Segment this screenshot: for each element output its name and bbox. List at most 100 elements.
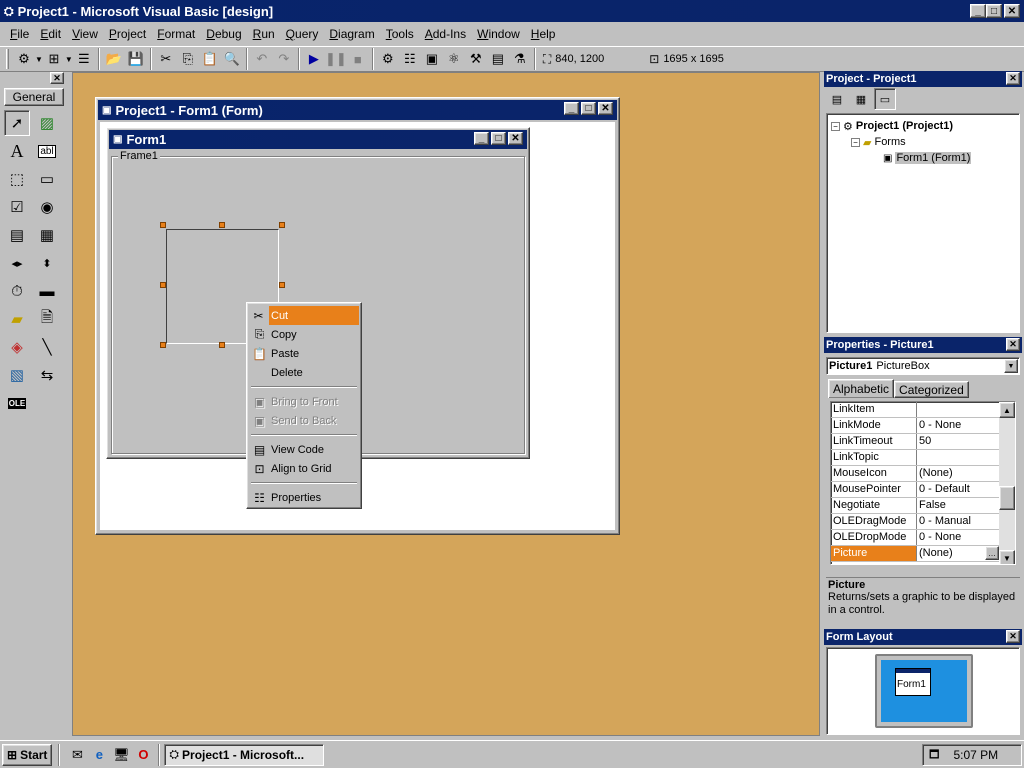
tree-project-root[interactable]: Project1 (Project1) [856, 120, 953, 132]
property-row[interactable]: Negotiate False [831, 498, 999, 514]
menu-file[interactable]: File [10, 27, 29, 41]
properties-window-icon[interactable]: ☷ [399, 48, 421, 70]
resize-handle[interactable] [219, 342, 225, 348]
scroll-thumb[interactable] [999, 486, 1015, 510]
redo-icon[interactable]: ↷ [273, 48, 295, 70]
object-selector[interactable]: Picture1 PictureBox ▼ [826, 357, 1020, 375]
designer-titlebar[interactable]: ▣ Project1 - Form1 (Form) _ □ ✕ [98, 100, 617, 120]
chevron-down-icon[interactable]: ▼ [1004, 359, 1018, 373]
listbox-tool-icon[interactable]: ▦ [34, 222, 60, 248]
toolbox-tab-general[interactable]: General [4, 88, 64, 106]
menu-tools[interactable]: Tools [386, 27, 414, 41]
view-object-icon[interactable]: ▦ [850, 88, 872, 110]
property-row[interactable]: MouseIcon (None) [831, 466, 999, 482]
toggle-folders-icon[interactable]: ▭ [874, 88, 896, 110]
ole-tool-icon[interactable]: OLE [4, 390, 30, 416]
vscrollbar-tool-icon[interactable]: ⬍ [34, 250, 60, 276]
undo-icon[interactable]: ↶ [251, 48, 273, 70]
menu-item-send-to-back[interactable]: ▣ Send to Back [249, 411, 359, 430]
property-value[interactable]: 0 - Default [917, 482, 999, 497]
resize-handle[interactable] [160, 222, 166, 228]
combobox-tool-icon[interactable]: ▤ [4, 222, 30, 248]
form1-minimize-button[interactable]: _ [474, 132, 489, 145]
start-icon[interactable]: ▶ [303, 48, 325, 70]
scroll-down-icon[interactable]: ▼ [999, 550, 1015, 564]
image-tool-icon[interactable]: ▧ [4, 362, 30, 388]
paste-icon[interactable]: 📋 [199, 48, 221, 70]
minimize-button[interactable]: _ [970, 4, 986, 18]
taskbar-vb-button[interactable]: ⛭ Project1 - Microsoft... [164, 743, 325, 766]
property-value[interactable]: False [917, 498, 999, 513]
main-titlebar[interactable]: ⛭ Project1 - Microsoft Visual Basic [des… [0, 0, 1024, 22]
menu-item-bring-to-front[interactable]: ▣ Bring to Front [249, 392, 359, 411]
menu-help[interactable]: Help [531, 27, 556, 41]
property-scrollbar[interactable]: ▲ ▼ [999, 402, 1015, 564]
desktop-icon[interactable]: 🖥 [110, 744, 132, 766]
outlook-icon[interactable]: ✉ [66, 744, 88, 766]
form1-preview[interactable]: Form1 [895, 668, 931, 696]
form1-maximize-button[interactable]: □ [491, 132, 506, 145]
form1-close-button[interactable]: ✕ [508, 132, 523, 145]
menu-query[interactable]: Query [286, 27, 319, 41]
resize-handle[interactable] [160, 282, 166, 288]
tab-categorized[interactable]: Categorized [894, 381, 969, 398]
label-tool-icon[interactable]: A [4, 138, 30, 164]
data-tool-icon[interactable]: ⇆ [34, 362, 60, 388]
toolbox-close-button[interactable]: ✕ [50, 72, 64, 84]
properties-close-button[interactable]: ✕ [1006, 338, 1020, 351]
menu-edit[interactable]: Edit [40, 27, 61, 41]
menu-debug[interactable]: Debug [206, 27, 241, 41]
collapse-icon[interactable]: − [851, 137, 860, 147]
menu-item-copy[interactable]: ⎘ Copy [249, 325, 359, 344]
picturebox-tool-icon[interactable]: ▨ [34, 110, 60, 136]
menu-project[interactable]: Project [109, 27, 146, 41]
properties-titlebar[interactable]: Properties - Picture1 ✕ [824, 337, 1022, 353]
maximize-button[interactable]: □ [986, 4, 1002, 18]
tree-forms-folder[interactable]: Forms [874, 136, 905, 148]
property-value[interactable] [917, 450, 999, 465]
designer-maximize-button[interactable]: □ [581, 102, 596, 115]
project-explorer-titlebar[interactable]: Project - Project1 ✕ [824, 71, 1022, 87]
form-layout-icon[interactable]: ▣ [421, 48, 443, 70]
menu-editor-icon[interactable]: ☰ [73, 48, 95, 70]
resize-handle[interactable] [279, 282, 285, 288]
volume-icon[interactable]: 🗖 [929, 746, 939, 765]
form-layout-close-button[interactable]: ✕ [1006, 630, 1020, 643]
menu-run[interactable]: Run [253, 27, 275, 41]
property-row[interactable]: MousePointer 0 - Default [831, 482, 999, 498]
component-manager-icon[interactable]: ⚗ [509, 48, 531, 70]
save-project-icon[interactable]: 💾 [125, 48, 147, 70]
shape-tool-icon[interactable]: ◈ [4, 334, 30, 360]
designer-minimize-button[interactable]: _ [564, 102, 579, 115]
menu-window[interactable]: Window [477, 27, 520, 41]
timer-tool-icon[interactable]: ⏱ [4, 278, 30, 304]
view-code-icon[interactable]: ▤ [826, 88, 848, 110]
resize-handle[interactable] [279, 222, 285, 228]
hscrollbar-tool-icon[interactable]: ◂▸ [4, 250, 30, 276]
filelistbox-tool-icon[interactable]: 🗎 [34, 306, 60, 332]
menu-item-delete[interactable]: Delete [249, 363, 359, 382]
dirlistbox-tool-icon[interactable]: ▰ [4, 306, 30, 332]
data-view-icon[interactable]: ▤ [487, 48, 509, 70]
scroll-up-icon[interactable]: ▲ [999, 402, 1015, 418]
drivelistbox-tool-icon[interactable]: ▬ [34, 278, 60, 304]
property-value[interactable]: 50 [917, 434, 999, 449]
toolbar-grip[interactable] [6, 49, 9, 69]
close-button[interactable]: ✕ [1004, 4, 1020, 18]
project-explorer-icon[interactable]: ⚙ [377, 48, 399, 70]
pointer-tool-icon[interactable]: ➚ [4, 110, 30, 136]
property-row[interactable]: LinkMode 0 - None [831, 418, 999, 434]
resize-handle[interactable] [160, 342, 166, 348]
collapse-icon[interactable]: − [831, 121, 840, 131]
add-form-icon[interactable]: ⊞ [43, 48, 65, 70]
commandbutton-tool-icon[interactable]: ▭ [34, 166, 60, 192]
property-value[interactable]: 0 - None [917, 418, 999, 433]
frame-tool-icon[interactable]: ⬚ [4, 166, 30, 192]
menu-item-view-code[interactable]: ▤ View Code [249, 440, 359, 459]
toolbox-icon[interactable]: ⚒ [465, 48, 487, 70]
property-value[interactable] [917, 402, 999, 417]
break-icon[interactable]: ❚❚ [325, 48, 347, 70]
property-row[interactable]: LinkItem [831, 402, 999, 418]
end-icon[interactable]: ■ [347, 48, 369, 70]
tree-form1-item[interactable]: Form1 (Form1) [895, 152, 972, 164]
